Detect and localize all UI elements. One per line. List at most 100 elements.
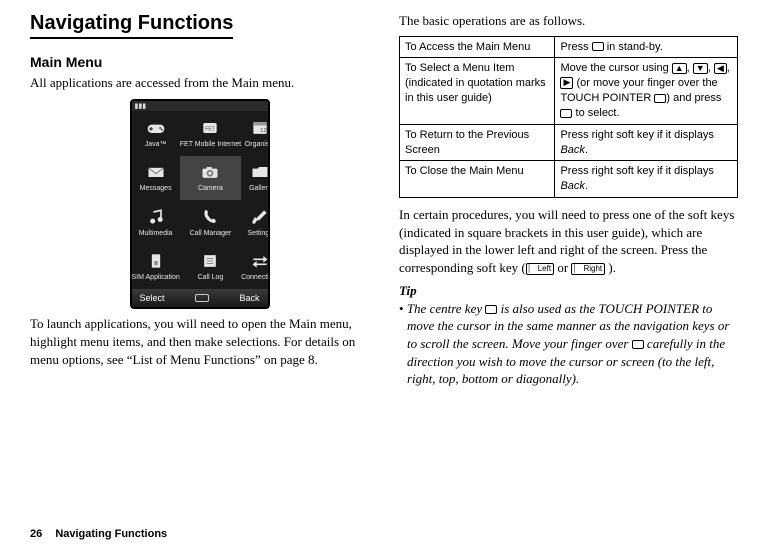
list-icon xyxy=(197,251,223,271)
italic-text: Back xyxy=(560,144,584,156)
italic-text: Back xyxy=(560,180,584,192)
ops-desc: Move the cursor using ▲, ▼, ◀, ▶ (or mov… xyxy=(555,58,738,124)
text: Left xyxy=(538,264,551,273)
camera-icon xyxy=(197,162,223,182)
ops-desc: Press in stand-by. xyxy=(555,36,738,58)
menu-label: FET Mobile Internet xyxy=(180,140,241,149)
up-key-icon: ▲ xyxy=(672,63,687,75)
softkey-center-icon[interactable] xyxy=(195,294,209,302)
swap-arrows-icon xyxy=(247,251,269,271)
menu-item-camera[interactable]: Camera xyxy=(180,156,241,201)
menu-item-internet[interactable]: FET FET Mobile Internet xyxy=(180,111,241,156)
phone-softkey-bar: Select Back xyxy=(132,289,268,307)
svg-text:FET: FET xyxy=(206,126,215,132)
menu-item-organiser[interactable]: 12 Organiser xyxy=(241,111,269,156)
menu-item-settings[interactable]: Settings xyxy=(241,200,269,245)
menu-label: Messages xyxy=(140,184,172,193)
right-column: The basic operations are as follows. To … xyxy=(399,10,738,388)
text: or xyxy=(554,260,571,275)
phone-statusbar: ▮▮▮ xyxy=(132,101,268,111)
ops-intro: The basic operations are as follows. xyxy=(399,12,738,30)
page-number: 26 xyxy=(30,528,42,540)
page-heading: Navigating Functions xyxy=(30,10,233,39)
menu-item-callmanager[interactable]: Call Manager xyxy=(180,200,241,245)
menu-label: Call Manager xyxy=(190,229,232,238)
music-note-icon xyxy=(143,207,169,227)
softkey-paragraph: In certain procedures, you will need to … xyxy=(399,206,738,276)
operations-table: To Access the Main Menu Press in stand-b… xyxy=(399,36,738,199)
menu-label: Call Log xyxy=(198,273,224,282)
wrench-icon xyxy=(247,207,269,227)
menu-label: Gallery xyxy=(249,184,269,193)
ops-desc: Press right soft key if it displays Back… xyxy=(555,124,738,161)
text: The centre key xyxy=(407,301,486,316)
text: Press right soft key if it displays xyxy=(560,129,713,141)
menu-label: Java™ xyxy=(145,140,167,149)
left-column: Navigating Functions Main Menu All appli… xyxy=(30,10,369,388)
table-row: To Select a Menu Item (indicated in quot… xyxy=(400,58,738,124)
text: Press xyxy=(560,41,591,53)
centre-key-icon xyxy=(654,94,666,103)
phone-icon xyxy=(197,207,223,227)
centre-key-icon xyxy=(485,305,497,314)
text: in stand-by. xyxy=(604,41,663,53)
envelope-icon xyxy=(143,162,169,182)
phone-screen: ▮▮▮ Java™ FET FET Mobile Internet xyxy=(130,99,270,309)
ops-label: To Select a Menu Item (indicated in quot… xyxy=(400,58,555,124)
menu-item-java[interactable]: Java™ xyxy=(132,111,180,156)
intro-text: All applications are accessed from the M… xyxy=(30,74,369,92)
text: . xyxy=(585,144,588,156)
menu-item-messages[interactable]: Messages xyxy=(132,156,180,201)
phone-illustration: ▮▮▮ Java™ FET FET Mobile Internet xyxy=(130,99,270,309)
ops-label: To Return to the Previous Screen xyxy=(400,124,555,161)
sim-icon xyxy=(143,251,169,271)
text: . xyxy=(585,180,588,192)
left-key-icon: ◀ xyxy=(714,63,727,75)
footer-section: Navigating Functions xyxy=(55,528,167,540)
ops-desc: Press right soft key if it displays Back… xyxy=(555,161,738,198)
text: to select. xyxy=(572,107,619,119)
svg-text:12: 12 xyxy=(260,128,266,134)
softkey-right[interactable]: Back xyxy=(239,292,259,304)
tip-heading: Tip xyxy=(399,282,738,300)
text: ) and press xyxy=(666,92,721,104)
text: ). xyxy=(605,260,616,275)
main-menu-grid: Java™ FET FET Mobile Internet 12 Organis… xyxy=(132,111,268,289)
right-softkey-icon: ⎸Right xyxy=(571,263,605,275)
menu-item-gallery[interactable]: Gallery xyxy=(241,156,269,201)
ops-label: To Access the Main Menu xyxy=(400,36,555,58)
menu-label: Settings xyxy=(248,229,270,238)
folder-icon xyxy=(247,162,269,182)
centre-key-icon xyxy=(632,340,644,349)
launch-paragraph: To launch applications, you will need to… xyxy=(30,315,369,368)
menu-item-sim[interactable]: SIM Application xyxy=(132,245,180,290)
menu-label: Connectivity xyxy=(241,273,269,282)
table-row: To Return to the Previous Screen Press r… xyxy=(400,124,738,161)
menu-label: Multimedia xyxy=(139,229,173,238)
down-key-icon: ▼ xyxy=(693,63,708,75)
menu-item-calllog[interactable]: Call Log xyxy=(180,245,241,290)
softkey-left[interactable]: Select xyxy=(140,292,165,304)
gamepad-icon xyxy=(143,118,169,138)
text: Move the cursor using xyxy=(560,62,671,74)
centre-key-icon xyxy=(592,42,604,51)
tip-list: The centre key is also used as the TOUCH… xyxy=(399,300,738,388)
tip-item: The centre key is also used as the TOUCH… xyxy=(399,300,738,388)
page-footer: 26 Navigating Functions xyxy=(30,527,167,542)
table-row: To Access the Main Menu Press in stand-b… xyxy=(400,36,738,58)
right-key-icon: ▶ xyxy=(560,77,573,89)
calendar-icon: 12 xyxy=(247,118,269,138)
text: Press right soft key if it displays xyxy=(560,165,713,177)
ops-label: To Close the Main Menu xyxy=(400,161,555,198)
table-row: To Close the Main Menu Press right soft … xyxy=(400,161,738,198)
globe-icon: FET xyxy=(197,118,223,138)
menu-label: Camera xyxy=(198,184,223,193)
left-softkey-icon: ⎸Left xyxy=(526,263,554,275)
section-heading: Main Menu xyxy=(30,53,369,72)
centre-key-icon xyxy=(560,109,572,118)
menu-item-connectivity[interactable]: Connectivity xyxy=(241,245,269,290)
text: Right xyxy=(583,264,602,273)
menu-item-multimedia[interactable]: Multimedia xyxy=(132,200,180,245)
signal-icon: ▮▮▮ xyxy=(135,102,147,111)
menu-label: Organiser xyxy=(245,140,270,149)
